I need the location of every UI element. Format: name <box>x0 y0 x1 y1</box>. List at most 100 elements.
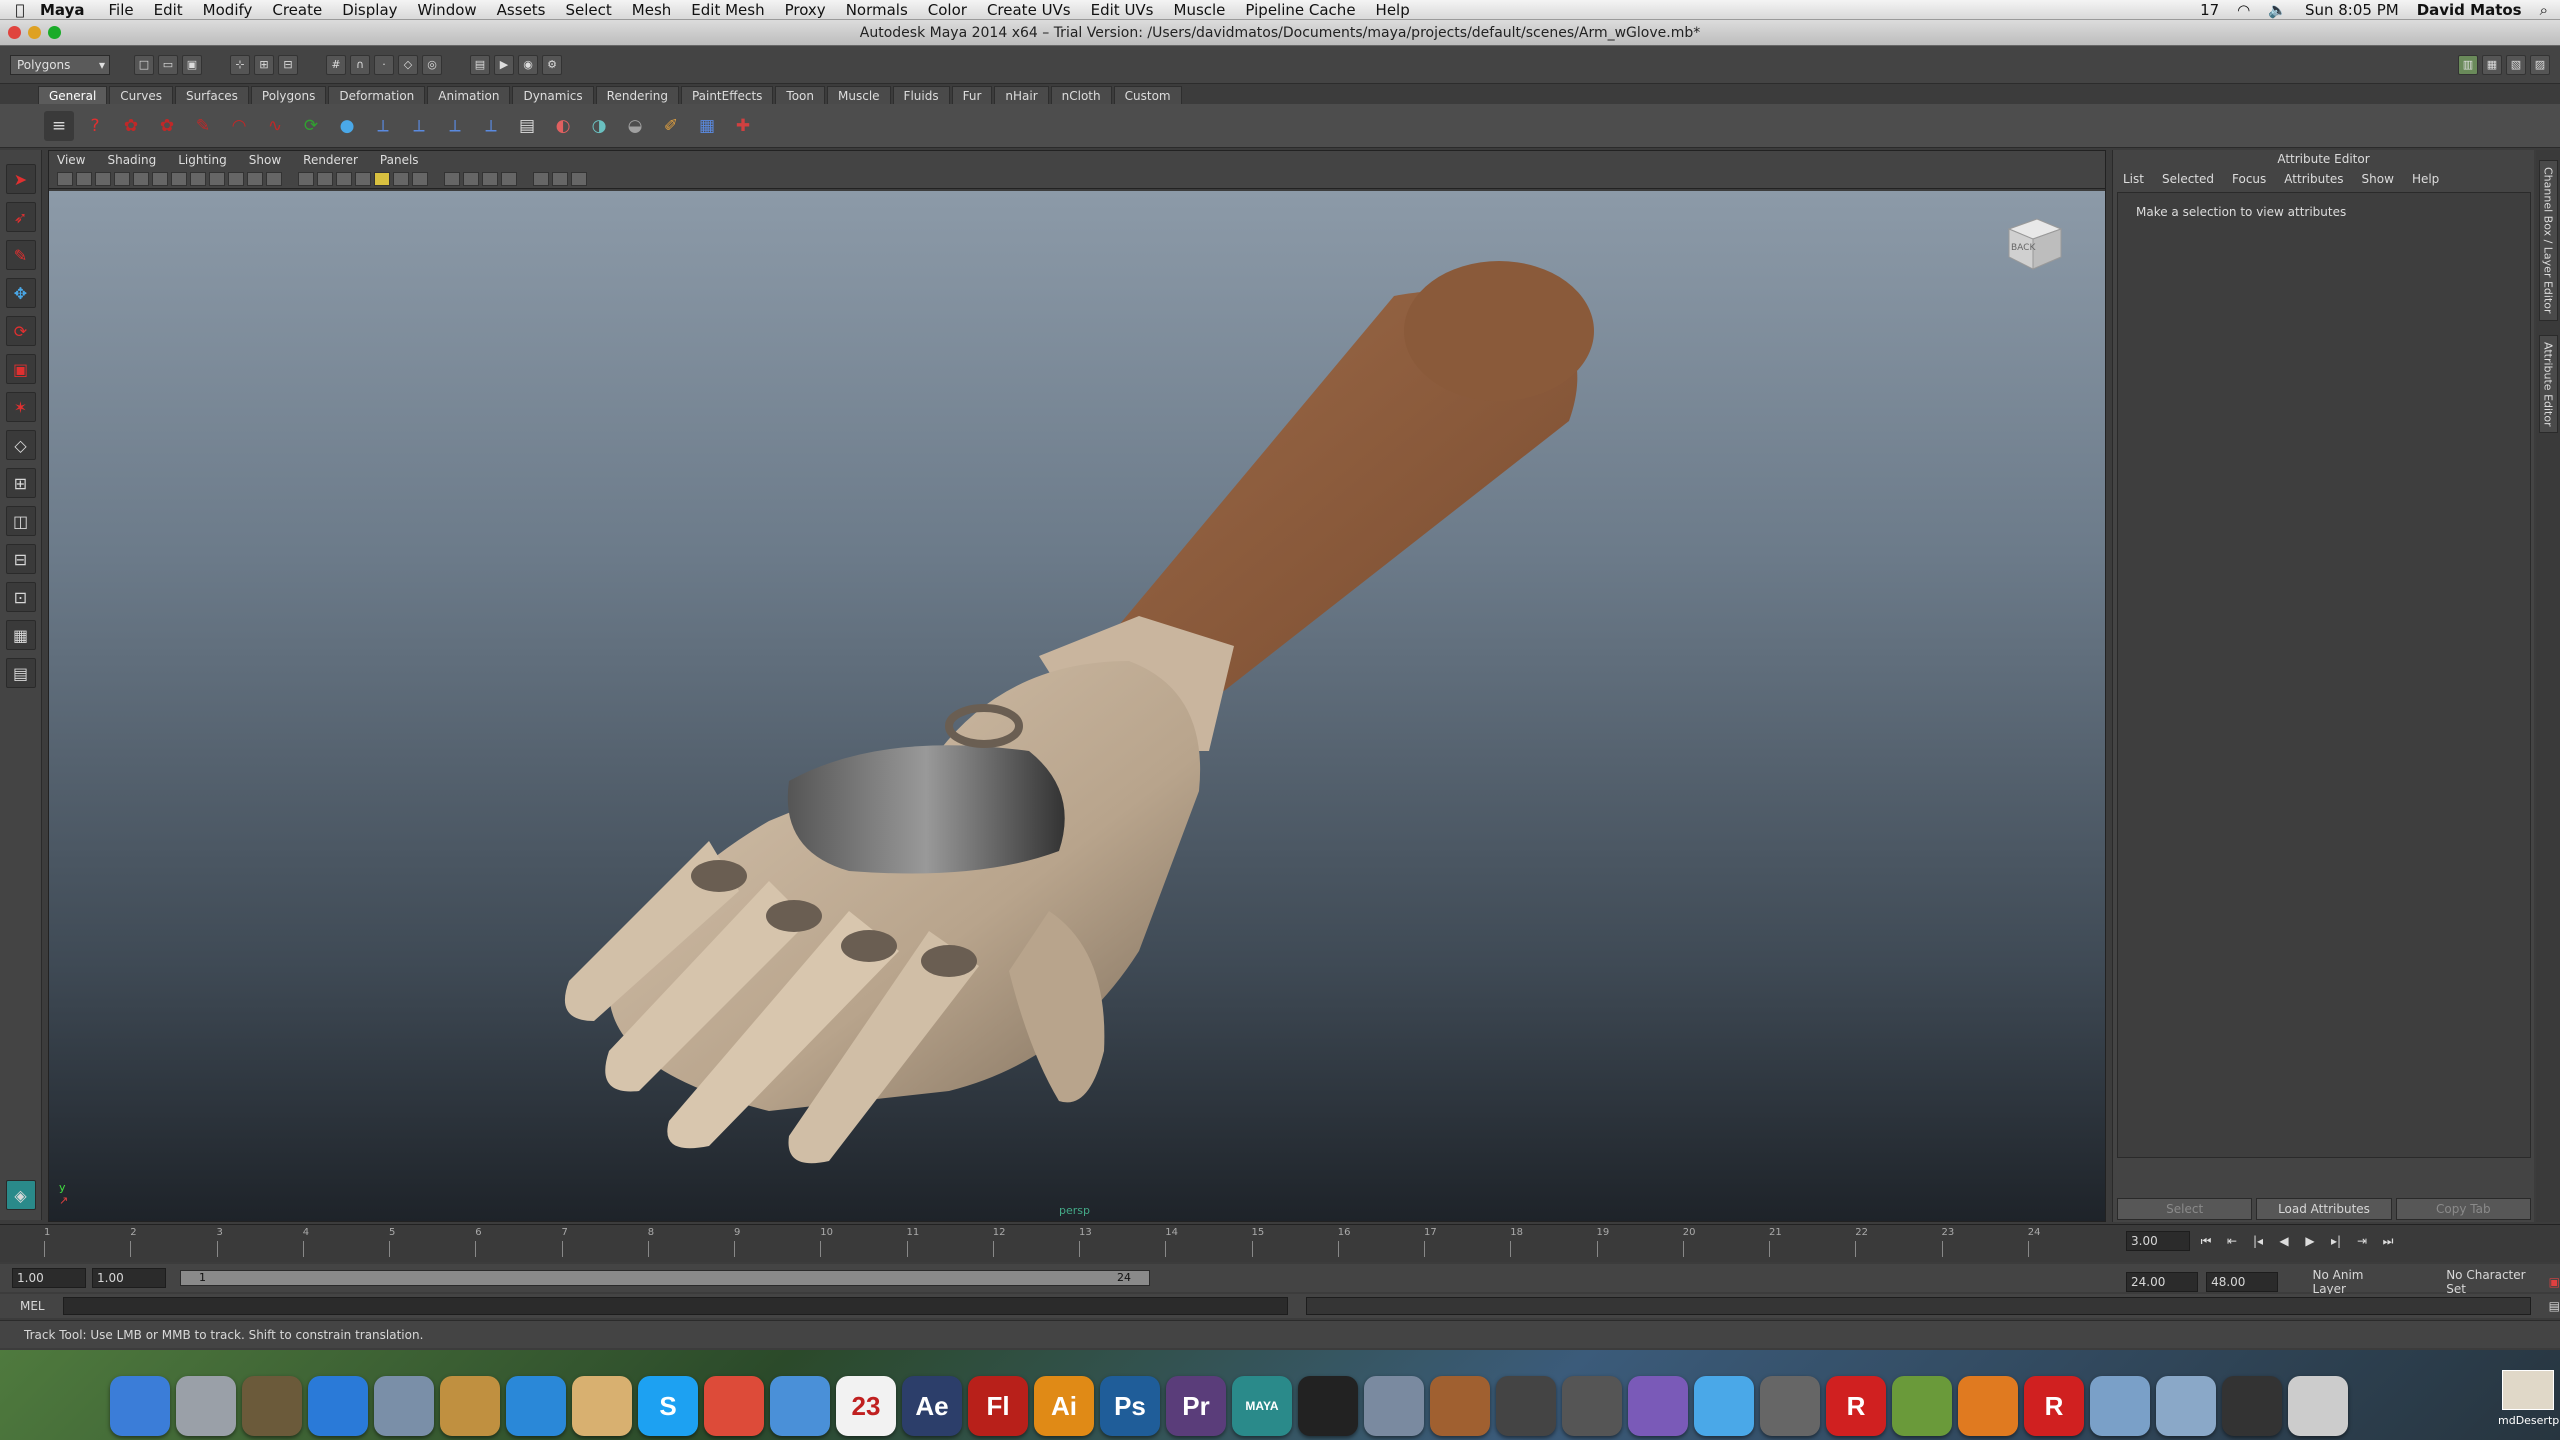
menu-edit-mesh[interactable]: Edit Mesh <box>691 1 764 19</box>
step-back-frame-icon[interactable]: |◂ <box>2248 1234 2268 1248</box>
wireframe-icon[interactable] <box>298 171 314 186</box>
safe-action-icon[interactable] <box>247 171 263 186</box>
close-window-button[interactable] <box>8 26 21 39</box>
paint-select-icon[interactable]: ✎ <box>5 240 36 270</box>
attribute-menu-list[interactable]: List <box>2123 172 2144 186</box>
lights-icon[interactable]: ◒ <box>620 111 650 141</box>
playback-end-field[interactable]: 24.00 <box>2126 1272 2199 1292</box>
menu-muscle[interactable]: Muscle <box>1174 1 1226 19</box>
open-scene-icon[interactable]: ▭ <box>158 54 178 75</box>
viewport-menu-view[interactable]: View <box>57 153 85 167</box>
dock-app-icon[interactable] <box>2090 1376 2150 1436</box>
menu-pipeline-cache[interactable]: Pipeline Cache <box>1245 1 1355 19</box>
dock-app-icon[interactable] <box>1298 1376 1358 1436</box>
zoom-window-button[interactable] <box>48 26 61 39</box>
persp-graph-icon[interactable]: ⊟ <box>5 544 36 574</box>
dock-app-icon[interactable] <box>704 1376 764 1436</box>
layout-icon[interactable]: ▦ <box>5 620 36 650</box>
dock-app-icon[interactable]: Pr <box>1166 1376 1226 1436</box>
dock-app-icon[interactable] <box>110 1376 170 1436</box>
shelf-tab-ncloth[interactable]: nCloth <box>1050 86 1112 104</box>
shelf-tab-surfaces[interactable]: Surfaces <box>174 86 249 104</box>
step-back-key-icon[interactable]: ⇤ <box>2222 1234 2242 1248</box>
toggle-attribute-icon[interactable]: ▨ <box>2530 54 2550 75</box>
grease-pencil-icon[interactable] <box>133 171 149 186</box>
measure-icon[interactable]: ✚ <box>728 111 758 141</box>
menu-edit-uvs[interactable]: Edit UVs <box>1091 1 1154 19</box>
shelf-tab-painteffects[interactable]: PaintEffects <box>680 86 774 104</box>
shelf-tab-custom[interactable]: Custom <box>1113 86 1182 104</box>
hypergraph-icon[interactable]: ▤ <box>5 658 36 688</box>
select-tool-icon[interactable]: ➤ <box>5 164 36 194</box>
range-bar[interactable]: 1 24 <box>180 1270 1150 1286</box>
play-forwards-icon[interactable]: ▶ <box>2300 1234 2320 1248</box>
xray-joints-icon[interactable] <box>463 171 479 186</box>
menu-create-uvs[interactable]: Create UVs <box>987 1 1071 19</box>
save-scene-icon[interactable]: ▣ <box>182 54 202 75</box>
dock-app-icon[interactable]: R <box>2024 1376 2084 1436</box>
render-settings-icon[interactable]: ⚙ <box>542 54 562 75</box>
notification-count[interactable]: 17 <box>2200 1 2219 19</box>
dock-app-icon[interactable] <box>1430 1376 1490 1436</box>
viewport-menu-lighting[interactable]: Lighting <box>178 153 227 167</box>
toggle-tool-settings-icon[interactable]: ▧ <box>2506 54 2526 75</box>
script-editor-icon[interactable]: ▤ <box>2549 1299 2560 1313</box>
tab-attribute-editor[interactable]: Attribute Editor <box>2538 334 2558 434</box>
dock-app-icon[interactable] <box>572 1376 632 1436</box>
backface-culling-icon[interactable] <box>501 171 517 186</box>
apple-icon[interactable]:  <box>0 1 40 19</box>
ipr-render-icon[interactable]: ◉ <box>518 54 538 75</box>
dock-app-icon[interactable] <box>1364 1376 1424 1436</box>
viewport-menu-renderer[interactable]: Renderer <box>303 153 358 167</box>
lasso-tool-icon[interactable]: ➶ <box>5 202 36 232</box>
menu-window[interactable]: Window <box>418 1 477 19</box>
shelf-tab-animation[interactable]: Animation <box>427 86 511 104</box>
single-pane-icon[interactable]: ◇ <box>5 430 36 460</box>
shadows-icon[interactable] <box>393 171 409 186</box>
user-name[interactable]: David Matos <box>2417 1 2522 19</box>
dock-app-icon[interactable] <box>176 1376 236 1436</box>
wireframe-on-shaded-icon[interactable] <box>336 171 352 186</box>
new-scene-icon[interactable]: □ <box>134 54 154 75</box>
dock-app-icon[interactable] <box>1562 1376 1622 1436</box>
spotlight-icon[interactable]: ⌕ <box>2540 1 2548 19</box>
dock-app-icon[interactable]: 23 <box>836 1376 896 1436</box>
menu-normals[interactable]: Normals <box>846 1 908 19</box>
move-tool-icon[interactable]: ✥ <box>5 278 36 308</box>
snap-grid-icon[interactable]: # <box>326 54 346 75</box>
high-quality-icon[interactable] <box>533 171 549 186</box>
pencil-curve-icon[interactable]: ✎ <box>188 111 218 141</box>
menu-create[interactable]: Create <box>272 1 322 19</box>
rotate-tool-icon[interactable]: ⟳ <box>5 316 36 346</box>
menu-help[interactable]: Help <box>1376 1 1410 19</box>
use-lights-icon[interactable] <box>374 171 390 186</box>
character-set-dropdown[interactable]: No Character Set <box>2446 1268 2540 1296</box>
grid-toggle-icon[interactable] <box>152 171 168 186</box>
playback-start-field[interactable]: 1.00 <box>92 1268 166 1288</box>
dock-app-icon[interactable]: R <box>1826 1376 1886 1436</box>
dock-app-icon[interactable] <box>1760 1376 1820 1436</box>
dock-app-icon[interactable] <box>1958 1376 2018 1436</box>
ep-curve-icon[interactable]: ✿ <box>152 111 182 141</box>
viewport-menu-panels[interactable]: Panels <box>380 153 419 167</box>
paint-icon[interactable]: ✐ <box>656 111 686 141</box>
app-menu[interactable]: Maya <box>40 1 85 19</box>
bookmarks-icon[interactable] <box>76 171 92 186</box>
time-slider[interactable]: 1 2 3 4 5 6 7 8 9 10 11 12 13 14 15 16 17 18 19 20 21 22 23 24 … <box>0 1224 2560 1262</box>
shelf-tab-nhair[interactable]: nHair <box>994 86 1049 104</box>
shelf-menu-icon[interactable]: ≡ <box>44 110 74 141</box>
shelf-tab-deformation[interactable]: Deformation <box>328 86 426 104</box>
camera-attributes-icon[interactable] <box>57 171 73 186</box>
make-live-icon[interactable]: ◎ <box>422 54 442 75</box>
minimize-window-button[interactable] <box>28 26 41 39</box>
uv-editor-icon[interactable]: ▦ <box>692 111 722 141</box>
animation-start-field[interactable]: 1.00 <box>12 1268 86 1288</box>
step-forward-frame-icon[interactable]: ▸| <box>2326 1234 2346 1248</box>
render-view-icon[interactable]: ▤ <box>470 54 490 75</box>
menu-color[interactable]: Color <box>928 1 967 19</box>
menu-proxy[interactable]: Proxy <box>785 1 826 19</box>
load-attributes-button[interactable]: Load Attributes <box>2256 1198 2392 1220</box>
select-hierarchy-icon[interactable]: ⊹ <box>230 54 250 75</box>
snap-plane-icon[interactable]: ◇ <box>398 54 418 75</box>
3d-scene[interactable]: BACK y ↗ persp <box>49 191 2105 1221</box>
